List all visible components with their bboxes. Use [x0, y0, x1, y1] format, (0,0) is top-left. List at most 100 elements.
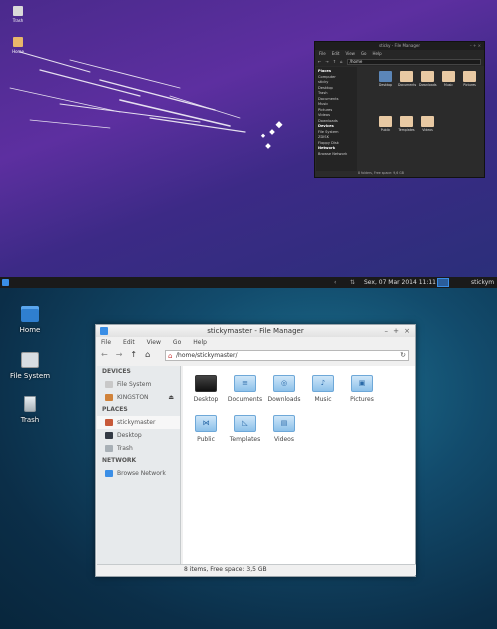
- dark-fm-folder-item[interactable]: Documents: [398, 71, 417, 113]
- back-arrow-icon[interactable]: ←: [318, 59, 321, 64]
- bottom-desktop-screenshot: Home File System Trash stickymaster - Fi…: [0, 288, 497, 629]
- home-folder-icon: [13, 37, 23, 47]
- dark-fm-folder-item[interactable]: Music: [440, 71, 457, 113]
- sidebar-item-desktop[interactable]: Desktop: [97, 429, 180, 442]
- desktop-icon-file-system[interactable]: File System: [0, 352, 60, 380]
- panel-username[interactable]: stickym: [471, 277, 494, 288]
- up-button[interactable]: ↑: [130, 350, 137, 359]
- panel-clock[interactable]: Sex, 07 Mar 2014 11:11: [364, 277, 436, 288]
- folder-icon: [400, 71, 413, 82]
- back-button[interactable]: ←: [101, 350, 108, 359]
- top-desktop-screenshot: Trash Home sticky - File Manager – + × F…: [0, 0, 497, 277]
- file-manager-window: stickymaster - File Manager – + × File E…: [95, 324, 416, 577]
- sidebar-header-devices: DEVICES: [102, 368, 131, 375]
- location-bar[interactable]: ⌂ /home/stickymaster/ ↻: [165, 350, 409, 361]
- menu-help[interactable]: Help: [193, 337, 207, 348]
- dark-fm-title: sticky - File Manager: [379, 43, 420, 48]
- dark-fm-folder-label: Documents: [398, 83, 417, 87]
- dark-fm-menu-file[interactable]: File: [319, 50, 326, 57]
- sidebar-item-label: stickymaster: [117, 419, 156, 426]
- folder-icon: [400, 115, 413, 127]
- desktop-icon-home[interactable]: Home: [0, 306, 60, 334]
- folder-item-label: Downloads: [267, 396, 301, 403]
- eject-icon[interactable]: ⏏: [168, 391, 174, 404]
- up-arrow-icon[interactable]: ↑: [333, 59, 336, 64]
- folder-item-label: Music: [314, 396, 332, 403]
- forward-button[interactable]: →: [116, 350, 123, 359]
- statusbar: 8 items, Free space: 3,5 GB: [97, 564, 416, 575]
- documents-folder-icon: ≡: [234, 375, 256, 392]
- home-icon[interactable]: ⌂: [340, 59, 343, 64]
- close-button[interactable]: ×: [404, 325, 410, 337]
- forward-arrow-icon[interactable]: →: [325, 59, 328, 64]
- folder-item-desktop[interactable]: Desktop: [186, 375, 226, 403]
- show-desktop-button[interactable]: [437, 278, 449, 287]
- reload-button[interactable]: ↻: [400, 351, 406, 360]
- top-desktop-icon-home[interactable]: Home: [9, 37, 27, 54]
- dark-fm-sidebar: Places Computer sticky Desktop Trash Document…: [316, 67, 357, 171]
- folder-item-music[interactable]: ♪ Music: [303, 375, 343, 403]
- dark-fm-folder-item[interactable]: Downloads: [419, 71, 437, 113]
- dark-fm-sidebar-item[interactable]: Browse Network: [318, 152, 355, 158]
- dark-fm-folder-label: Downloads: [419, 83, 437, 87]
- usb-drive-icon: [105, 394, 113, 401]
- dark-fm-menu-edit[interactable]: Edit: [332, 50, 340, 57]
- file-manager-app-icon[interactable]: [100, 327, 108, 335]
- dark-fm-folder-item[interactable]: Public: [377, 115, 394, 158]
- dark-fm-toolbar: ← → ↑ ⌂ /home: [315, 57, 484, 66]
- menu-edit[interactable]: Edit: [123, 337, 135, 348]
- folder-icon: [421, 115, 434, 127]
- dark-fm-folder-item[interactable]: Videos: [419, 115, 436, 158]
- sidebar-item-label: Trash: [117, 445, 133, 452]
- templates-folder-icon: ◺: [234, 415, 256, 432]
- sidebar-item-trash[interactable]: Trash: [97, 442, 180, 455]
- network-tray-icon[interactable]: ⇅: [350, 277, 355, 288]
- desktop-icon: [105, 432, 113, 439]
- desktop-icon-trash[interactable]: Trash: [0, 396, 60, 424]
- folder-item-pictures[interactable]: ▣ Pictures: [342, 375, 382, 403]
- folder-icon: [421, 71, 434, 82]
- menubar: File Edit View Go Help: [96, 337, 415, 348]
- folder-item-public[interactable]: ⋈ Public: [186, 415, 226, 443]
- location-path: /home/stickymaster/: [176, 352, 238, 359]
- dark-fm-menubar: File Edit View Go Help: [315, 50, 484, 57]
- desktop-icon-label: Trash: [20, 416, 40, 424]
- menu-go[interactable]: Go: [173, 337, 181, 348]
- menu-file[interactable]: File: [101, 337, 111, 348]
- folder-item-documents[interactable]: ≡ Documents: [225, 375, 265, 403]
- sidebar-item-label: Desktop: [117, 432, 142, 439]
- trash-icon: [13, 6, 23, 16]
- dark-fm-menu-go[interactable]: Go: [361, 50, 367, 57]
- dark-fm-address-bar[interactable]: /home: [346, 58, 481, 65]
- dark-fm-titlebar[interactable]: sticky - File Manager – + ×: [315, 42, 484, 50]
- dark-fm-menu-view[interactable]: View: [345, 50, 355, 57]
- dark-fm-folder-item[interactable]: Templates: [398, 115, 415, 158]
- trash-icon: [105, 445, 113, 452]
- dark-fm-menu-help[interactable]: Help: [373, 50, 382, 57]
- maximize-button[interactable]: +: [393, 325, 399, 337]
- sidebar-item-stickymaster[interactable]: stickymaster: [97, 416, 180, 429]
- window-titlebar[interactable]: stickymaster - File Manager – + ×: [96, 325, 415, 337]
- minimize-button[interactable]: –: [385, 325, 389, 337]
- dark-fm-folder-label: Videos: [422, 127, 433, 132]
- tray-arrow-icon[interactable]: ‹: [334, 277, 336, 288]
- dark-fm-folder-item[interactable]: Desktop: [377, 71, 394, 113]
- sidebar-item-file-system[interactable]: File System: [97, 378, 180, 391]
- downloads-folder-icon: ◎: [273, 375, 295, 392]
- dark-file-manager-window: sticky - File Manager – + × File Edit Vi…: [314, 41, 485, 178]
- public-folder-icon: ⋈: [195, 415, 217, 432]
- dark-fm-folder-item[interactable]: Pictures: [461, 71, 478, 113]
- top-desktop-icon-label: Home: [12, 49, 24, 54]
- menu-view[interactable]: View: [147, 337, 161, 348]
- folder-item-downloads[interactable]: ◎ Downloads: [264, 375, 304, 403]
- sidebar-item-browse-network[interactable]: Browse Network: [97, 467, 180, 480]
- folder-icon: [379, 71, 392, 82]
- top-desktop-icon-trash[interactable]: Trash: [9, 6, 27, 23]
- home-button[interactable]: ⌂: [145, 350, 150, 359]
- sidebar-item-kingston[interactable]: KINGSTON ⏏: [97, 391, 180, 404]
- folder-item-videos[interactable]: ▤ Videos: [264, 415, 304, 443]
- start-menu-icon[interactable]: [2, 279, 9, 286]
- dark-fm-window-controls[interactable]: – + ×: [470, 42, 481, 50]
- folder-item-templates[interactable]: ◺ Templates: [225, 415, 265, 443]
- window-title: stickymaster - File Manager: [207, 327, 304, 335]
